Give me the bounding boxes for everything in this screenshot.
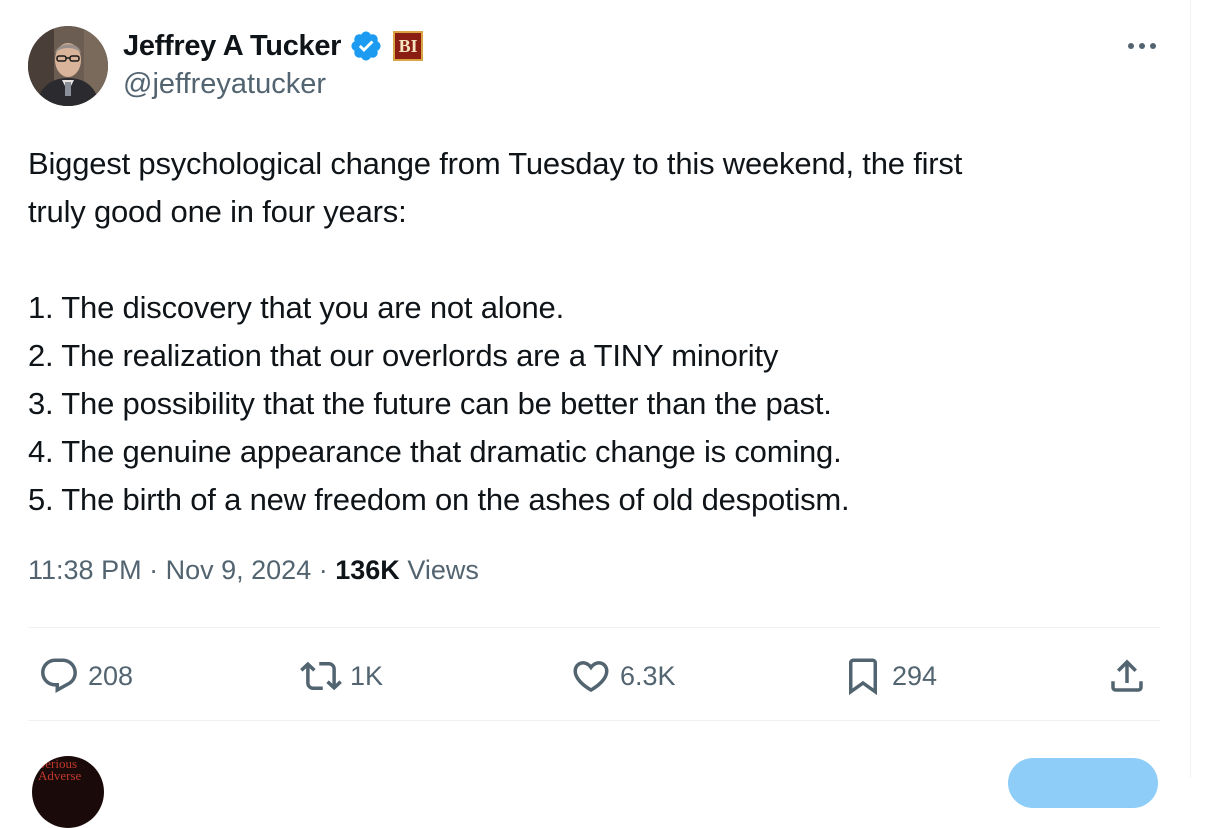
reply-button[interactable]: 208: [38, 652, 133, 700]
more-icon[interactable]: [1122, 34, 1162, 58]
bookmark-icon: [849, 658, 877, 696]
share-icon: [1111, 659, 1143, 692]
views-count: 136K: [335, 555, 400, 585]
next-post-button[interactable]: [1008, 758, 1158, 808]
divider: [28, 720, 1160, 721]
like-count: 6.3K: [620, 660, 676, 691]
tweet-meta: 11:38 PM · Nov 9, 2024 · 136K Views: [28, 555, 479, 586]
bookmark-button[interactable]: 294: [842, 652, 937, 700]
tweet-date[interactable]: Nov 9, 2024: [166, 555, 312, 585]
affiliate-badge[interactable]: BI: [393, 31, 424, 61]
bookmark-count: 294: [892, 660, 938, 691]
author-name-row: Jeffrey A Tucker BI: [123, 26, 424, 66]
column-border: [1190, 0, 1191, 778]
repost-button[interactable]: 1K: [300, 652, 383, 700]
share-button[interactable]: [1106, 652, 1148, 700]
author-display-name[interactable]: Jeffrey A Tucker: [123, 30, 341, 63]
action-bar: 208 1K 6.3K 294: [28, 652, 1160, 700]
meta-separator: ·: [318, 555, 328, 585]
tweet-text: Biggest psychological change from Tuesda…: [28, 146, 963, 517]
divider: [28, 627, 1160, 628]
tweet-time[interactable]: 11:38 PM: [28, 555, 142, 585]
next-post-avatar-text: Serious Adverse: [38, 756, 82, 783]
tweet: Jeffrey A Tucker BI @jeffreyatucker Bigg…: [28, 0, 1162, 828]
views-label: Views: [407, 555, 479, 585]
repost-count: 1K: [350, 660, 384, 691]
repost-icon: [300, 661, 342, 691]
like-button[interactable]: 6.3K: [570, 652, 676, 700]
verified-check-icon[interactable]: [349, 29, 383, 63]
meta-separator: ·: [149, 555, 159, 585]
reply-count: 208: [88, 660, 134, 691]
author-avatar[interactable]: [28, 26, 108, 106]
next-post-avatar[interactable]: Serious Adverse: [32, 756, 104, 828]
like-icon: [573, 661, 609, 693]
author-handle[interactable]: @jeffreyatucker: [123, 68, 326, 101]
reply-icon: [41, 658, 77, 693]
